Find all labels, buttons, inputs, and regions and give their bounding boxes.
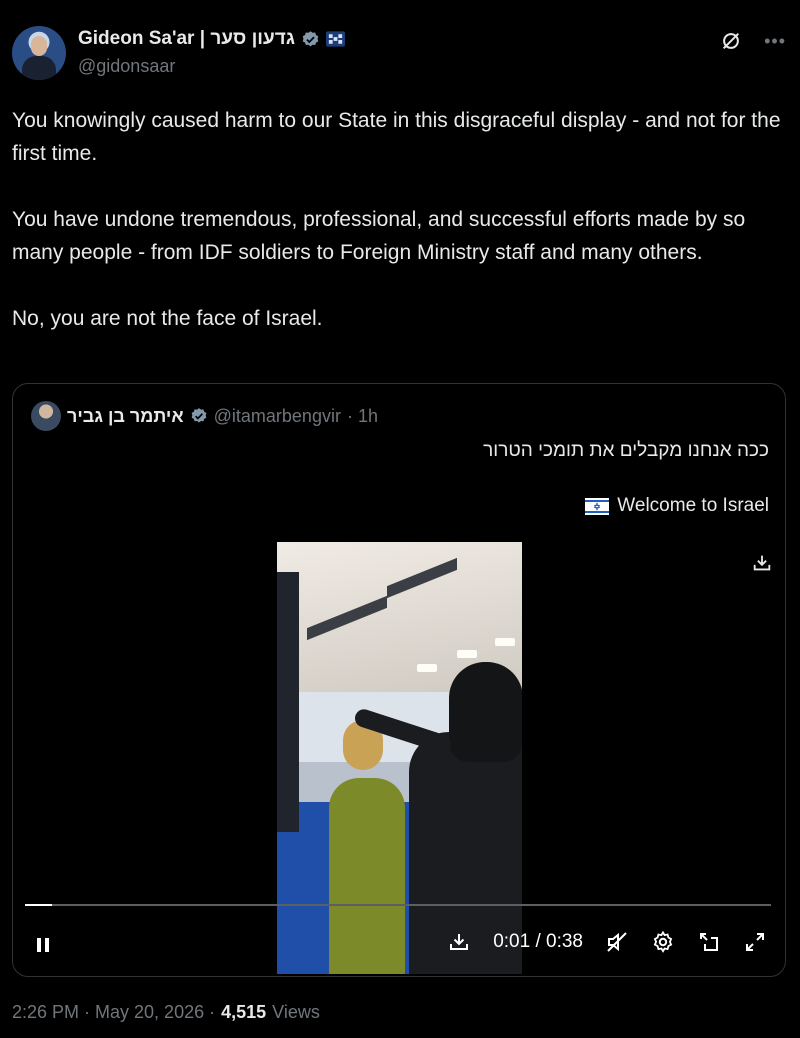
tweet-paragraph: No, you are not the face of Israel. <box>12 307 323 330</box>
views-count: 4,515 <box>221 1002 267 1022</box>
quoted-tweet-card[interactable]: איתמר בן גביר @itamarbengvir · 1h ככה אנ… <box>12 383 786 977</box>
author-handle[interactable]: @gidonsaar <box>78 56 175 77</box>
fullscreen-icon[interactable] <box>743 930 767 954</box>
video-progress-bar[interactable] <box>25 904 771 906</box>
grok-icon[interactable] <box>720 30 742 52</box>
views-label: Views <box>272 1002 320 1022</box>
video-progress-fill <box>25 904 52 906</box>
pause-icon[interactable] <box>35 936 51 954</box>
author-name-row: Gideon Sa'ar | גדעון סער <box>78 28 345 50</box>
download-icon[interactable] <box>447 930 471 954</box>
video-controls: 0:01 / 0:38 <box>13 924 785 964</box>
video-scene-person-head <box>449 662 522 762</box>
avatar-suit <box>22 56 56 80</box>
mute-icon[interactable] <box>605 930 629 954</box>
author-display-name[interactable]: Gideon Sa'ar | גדעון סער <box>78 28 295 50</box>
quoted-tweet-text: ככה אנחנו מקבלים את תומכי הטרור <box>483 440 769 461</box>
header-actions: ••• <box>720 30 786 52</box>
video-scene-light <box>417 664 437 672</box>
verified-badge-icon <box>191 408 206 423</box>
flag-badge-icon <box>325 31 345 47</box>
video-scene-light <box>457 650 477 658</box>
video-scene-pillar <box>277 572 299 832</box>
quoted-author-avatar[interactable] <box>31 401 61 431</box>
tweet-timestamp[interactable]: 2:26 PM · May 20, 2026 · <box>12 1002 215 1023</box>
video-time: 0:01 / 0:38 <box>493 931 583 952</box>
video-scene-light <box>495 638 515 646</box>
avatar-face <box>31 36 47 56</box>
more-icon[interactable]: ••• <box>764 31 786 52</box>
verified-badge-icon <box>302 30 319 46</box>
settings-gear-icon[interactable] <box>651 930 675 954</box>
author-avatar[interactable] <box>12 26 66 80</box>
israel-flag-icon <box>585 497 610 515</box>
tweet-text: You knowingly caused harm to our State i… <box>12 104 788 368</box>
download-icon[interactable] <box>751 552 773 574</box>
tweet-paragraph: You knowingly caused harm to our State i… <box>12 109 781 165</box>
quoted-author-name[interactable]: איתמר בן גביר <box>67 406 184 427</box>
quoted-tweet-header: איתמר בן גביר @itamarbengvir · 1h <box>31 401 378 431</box>
video-player[interactable] <box>277 542 522 974</box>
quoted-tweet-text-2: Welcome to Israel <box>585 495 769 517</box>
tweet-paragraph: You have undone tremendous, professional… <box>12 208 746 264</box>
tweet-meta: 2:26 PM · May 20, 2026 · 4,515 Views <box>12 1002 320 1023</box>
tweet-header: Gideon Sa'ar | גדעון סער @gidonsaar ••• <box>12 26 786 82</box>
quoted-author-handle[interactable]: @itamarbengvir <box>214 406 341 427</box>
picture-in-picture-icon[interactable] <box>697 930 721 954</box>
quoted-tweet-time[interactable]: · 1h <box>347 406 378 427</box>
video-controls-right: 0:01 / 0:38 <box>447 930 767 954</box>
quoted-tweet-welcome: Welcome to Israel <box>617 495 769 516</box>
